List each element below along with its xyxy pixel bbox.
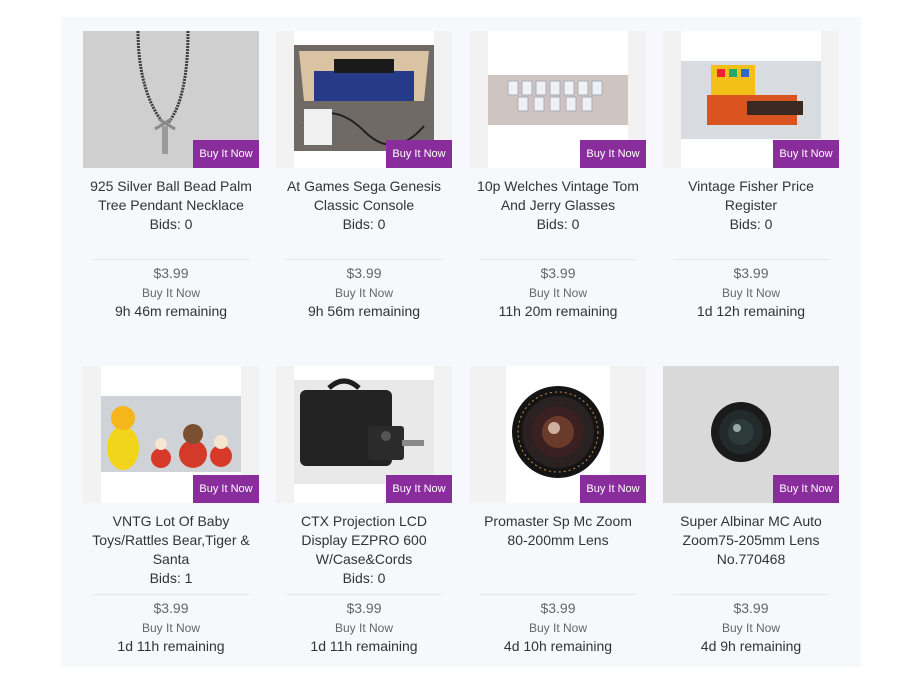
item-thumbnail[interactable]: Buy It Now (663, 31, 839, 168)
listing-format: Buy It Now (141, 286, 201, 300)
item-thumbnail[interactable]: Buy It Now (83, 31, 259, 168)
item-thumbnail[interactable]: Buy It Now (470, 366, 646, 503)
divider (286, 259, 442, 260)
time-remaining: 1d 12h remaining (696, 303, 806, 319)
item-title[interactable]: VNTG Lot Of Baby Toys/Rattles Bear,Tiger… (89, 512, 253, 588)
listing-card[interactable]: Buy It Now At Games Sega Genesis Classic… (276, 31, 452, 341)
listing-format: Buy It Now (334, 286, 394, 300)
item-thumbnail[interactable]: Buy It Now (663, 366, 839, 503)
listing-format: Buy It Now (721, 621, 781, 635)
listing-format: Buy It Now (528, 621, 588, 635)
buy-it-now-badge[interactable]: Buy It Now (386, 475, 452, 503)
item-thumbnail[interactable]: Buy It Now (276, 31, 452, 168)
bid-count: Bids: 0 (342, 570, 386, 586)
listing-format: Buy It Now (721, 286, 781, 300)
divider (480, 594, 636, 595)
item-thumbnail[interactable]: Buy It Now (83, 366, 259, 503)
listing-card[interactable]: Buy It Now Promaster Sp Mc Zoom 80-200mm… (470, 366, 646, 676)
listing-format: Buy It Now (141, 621, 201, 635)
item-title[interactable]: Super Albinar MC Auto Zoom75-205mm Lens … (669, 512, 833, 569)
buy-it-now-badge[interactable]: Buy It Now (773, 140, 839, 168)
item-title[interactable]: Vintage Fisher Price Register Bids: 0 (669, 177, 833, 234)
listing-card[interactable]: Buy It Now Super Albinar MC Auto Zoom75-… (663, 366, 839, 676)
bid-count: Bids: 0 (342, 216, 386, 232)
item-title[interactable]: At Games Sega Genesis Classic Console Bi… (282, 177, 446, 234)
buy-it-now-badge[interactable]: Buy It Now (386, 140, 452, 168)
time-remaining: 11h 20m remaining (498, 303, 618, 319)
buy-it-now-badge[interactable]: Buy It Now (193, 475, 259, 503)
buy-it-now-badge[interactable]: Buy It Now (773, 475, 839, 503)
buy-it-now-badge[interactable]: Buy It Now (580, 475, 646, 503)
divider (480, 259, 636, 260)
item-thumbnail[interactable]: Buy It Now (276, 366, 452, 503)
time-remaining: 4d 10h remaining (503, 638, 613, 654)
listing-grid: Buy It Now 925 Silver Ball Bead Palm Tre… (61, 17, 861, 667)
listing-card[interactable]: Buy It Now 10p Welches Vintage Tom And J… (470, 31, 646, 341)
time-remaining: 9h 56m remaining (307, 303, 421, 319)
listing-format: Buy It Now (528, 286, 588, 300)
item-price: $3.99 (540, 265, 576, 281)
divider (673, 594, 829, 595)
listing-card[interactable]: Buy It Now 925 Silver Ball Bead Palm Tre… (83, 31, 259, 341)
buy-it-now-badge[interactable]: Buy It Now (193, 140, 259, 168)
bid-count: Bids: 1 (149, 570, 193, 586)
bid-count: Bids: 0 (729, 216, 773, 232)
item-thumbnail[interactable]: Buy It Now (470, 31, 646, 168)
divider (286, 594, 442, 595)
item-price: $3.99 (733, 265, 769, 281)
item-title[interactable]: 10p Welches Vintage Tom And Jerry Glasse… (476, 177, 640, 234)
bid-count: Bids: 0 (149, 216, 193, 232)
time-remaining: 4d 9h remaining (700, 638, 802, 654)
listing-card[interactable]: Buy It Now CTX Projection LCD Display EZ… (276, 366, 452, 676)
item-price: $3.99 (153, 265, 189, 281)
listing-card[interactable]: Buy It Now VNTG Lot Of Baby Toys/Rattles… (83, 366, 259, 676)
item-price: $3.99 (540, 600, 576, 616)
time-remaining: 9h 46m remaining (114, 303, 228, 319)
bid-count: Bids: 0 (536, 216, 580, 232)
item-price: $3.99 (153, 600, 189, 616)
divider (93, 594, 249, 595)
listing-card[interactable]: Buy It Now Vintage Fisher Price Register… (663, 31, 839, 341)
item-title[interactable]: Promaster Sp Mc Zoom 80-200mm Lens (476, 512, 640, 550)
item-price: $3.99 (346, 600, 382, 616)
item-price: $3.99 (346, 265, 382, 281)
listing-format: Buy It Now (334, 621, 394, 635)
time-remaining: 1d 11h remaining (117, 638, 225, 654)
divider (93, 259, 249, 260)
time-remaining: 1d 11h remaining (310, 638, 418, 654)
item-title[interactable]: 925 Silver Ball Bead Palm Tree Pendant N… (89, 177, 253, 234)
item-title[interactable]: CTX Projection LCD Display EZPRO 600 W/C… (282, 512, 446, 588)
buy-it-now-badge[interactable]: Buy It Now (580, 140, 646, 168)
item-price: $3.99 (733, 600, 769, 616)
divider (673, 259, 829, 260)
